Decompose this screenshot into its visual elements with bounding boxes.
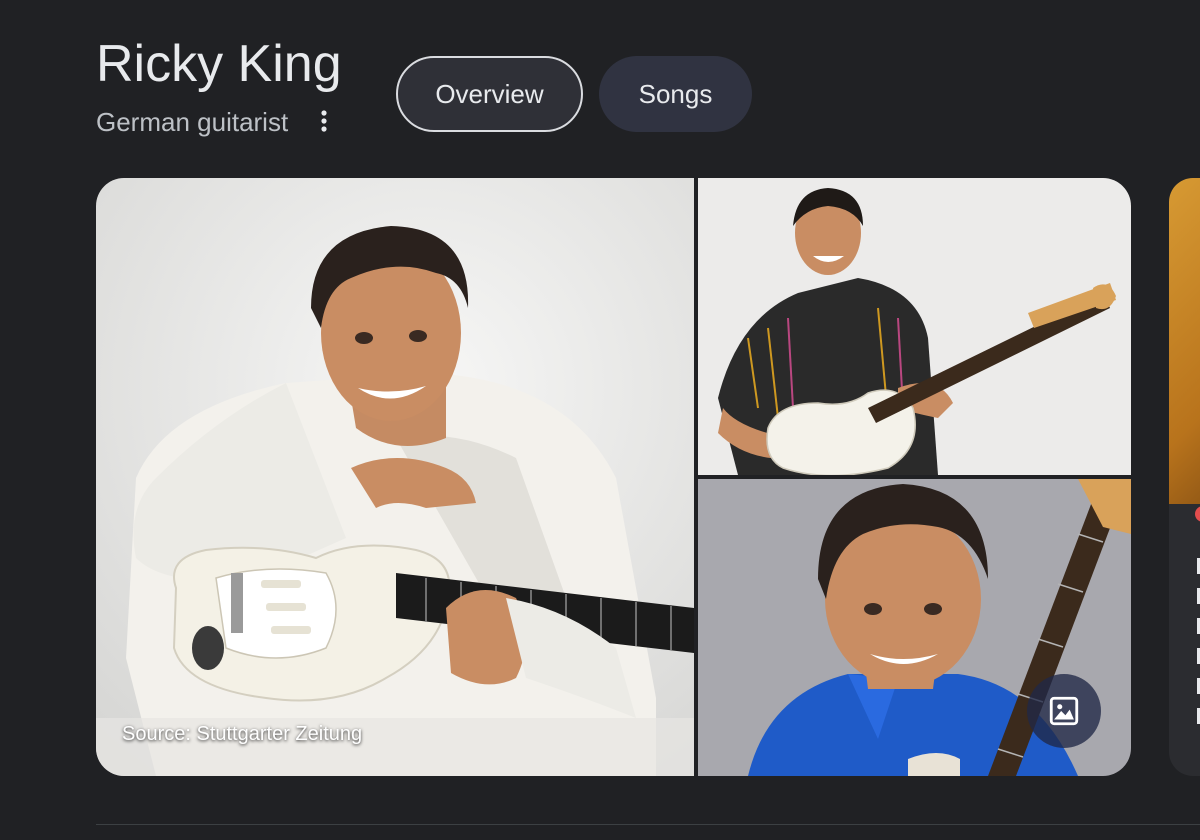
next-card-thumbnail: [1169, 178, 1200, 504]
entity-title: Ricky King: [96, 35, 342, 93]
image-gallery: Source: Stuttgarter Zeitung: [96, 178, 1131, 776]
photo-guitarist-white-shirt: [96, 178, 694, 776]
section-divider: [96, 824, 1200, 825]
tab-songs[interactable]: Songs: [599, 56, 752, 132]
more-options-button[interactable]: [310, 104, 338, 138]
next-card-badge-icon: [1195, 506, 1200, 522]
image-icon: [1049, 696, 1079, 726]
knowledge-panel: Ricky King German guitarist Overview Son…: [0, 0, 1200, 840]
entity-subtitle: German guitarist: [96, 107, 289, 137]
image-source-label: Source: Stuttgarter Zeitung: [122, 723, 363, 745]
secondary-photo-top[interactable]: [698, 178, 1131, 475]
tab-overview[interactable]: Overview: [396, 56, 583, 132]
more-vert-icon: [321, 110, 327, 132]
main-photo[interactable]: Source: Stuttgarter Zeitung: [96, 178, 694, 776]
view-more-images-button[interactable]: [1027, 674, 1101, 748]
next-card-partial[interactable]: [1169, 178, 1200, 776]
photo-guitarist-dark-shirt: [698, 178, 1131, 475]
